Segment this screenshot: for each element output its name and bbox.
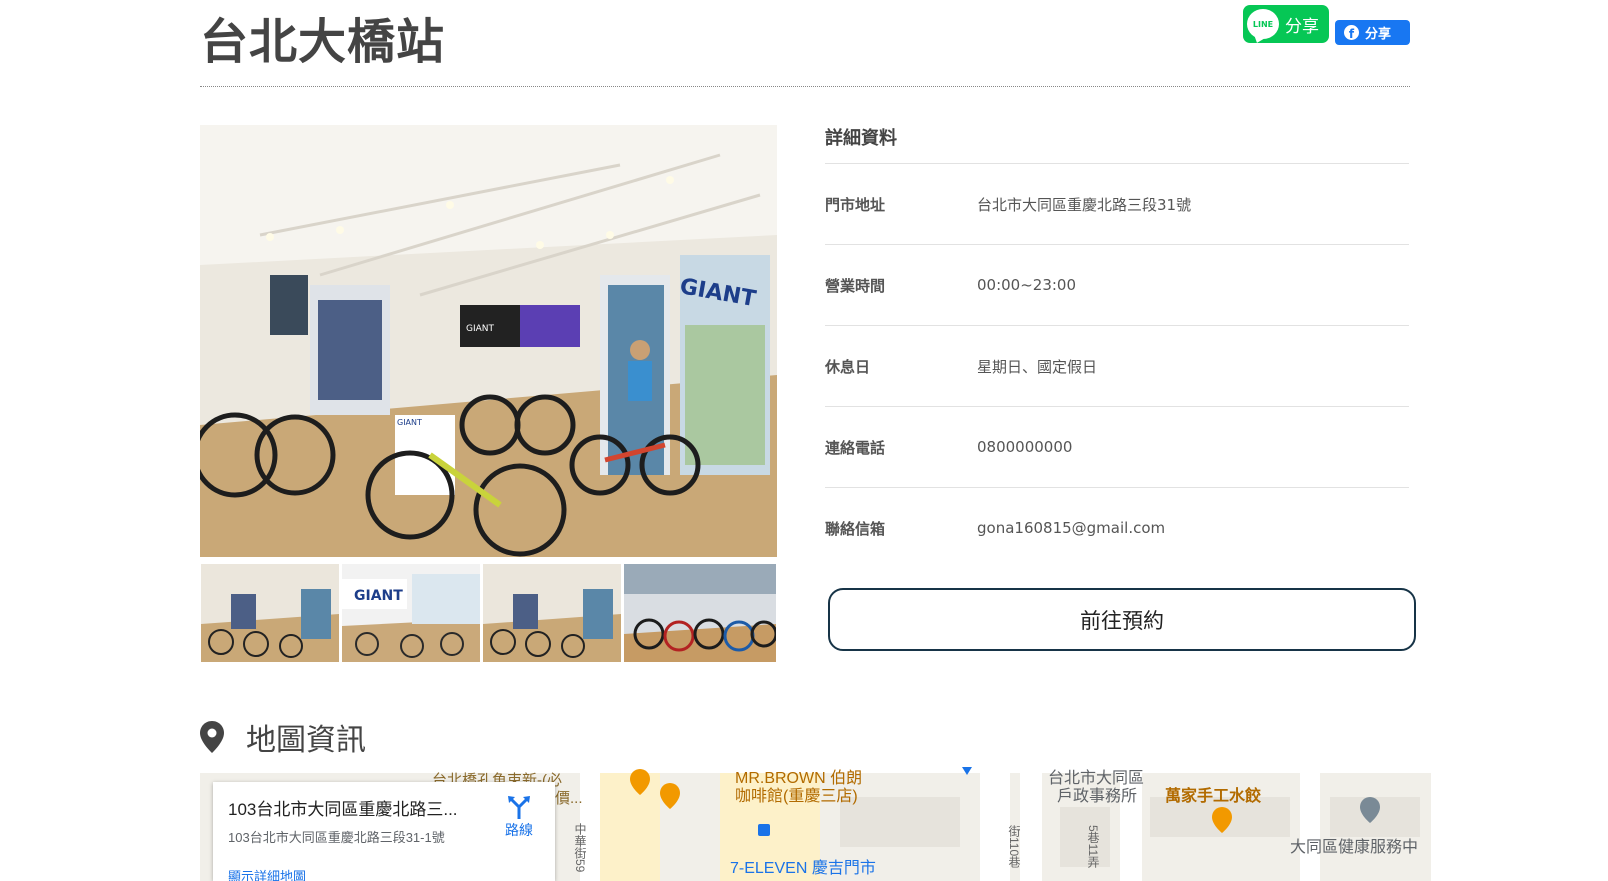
map-card-address: 103台北市大同區重慶北路三段31-1號 (228, 830, 445, 845)
detail-value: 00:00~23:00 (977, 276, 1077, 294)
thumbnail-illustration (483, 564, 621, 662)
directions-icon (508, 796, 530, 819)
route-button[interactable]: 路線 (495, 794, 543, 854)
detail-label: 聯絡信箱 (825, 519, 886, 538)
map-label: 5巷11弄 (1086, 825, 1100, 869)
map-label: 中華街59 (573, 823, 587, 873)
map-marker-icon (200, 721, 224, 753)
detail-value: 台北市大同區重慶北路三段31號 (977, 195, 1192, 214)
map-card-title: 103台北市大同區重慶北路三... (228, 800, 458, 819)
reserve-button[interactable]: 前往預約 (828, 588, 1416, 651)
map-detail-link[interactable]: 顯示詳細地圖 (228, 866, 306, 881)
main-store-photo: GIANT GIANT GIANT (200, 125, 777, 557)
thumbnail-photo-3[interactable] (483, 564, 621, 662)
detail-row-email: 聯絡信箱 gona160815@gmail.com (825, 487, 1409, 568)
facebook-share-label: 分享 (1365, 27, 1392, 42)
thumbnail-photo-1[interactable] (201, 564, 339, 662)
thumbnail-illustration (624, 564, 776, 662)
thumbnail-photo-4[interactable] (624, 564, 776, 662)
map-label: 戶政事務所 (1057, 788, 1138, 805)
store-interior-illustration: GIANT GIANT GIANT (200, 125, 777, 557)
line-icon: LINE (1247, 9, 1279, 39)
detail-row-address: 門市地址 台北市大同區重慶北路三段31號 (825, 163, 1409, 244)
facebook-share-button[interactable]: f 分享 (1335, 20, 1410, 45)
map-label: 大同區健康服務中 (1290, 839, 1419, 856)
map-label: 萬家手工水餃 (1165, 788, 1262, 805)
thumbnail-photo-2[interactable]: GIANT (342, 564, 480, 662)
detail-row-phone: 連絡電話 0800000000 (825, 406, 1409, 487)
detail-label: 門市地址 (825, 195, 886, 214)
line-share-button[interactable]: LINE 分享 (1243, 5, 1329, 43)
map-info-card: 103台北市大同區重慶北路三... 103台北市大同區重慶北路三段31-1號 顯… (213, 782, 555, 881)
map-label: 7-ELEVEN 慶吉門市 (730, 860, 876, 877)
map-section-title: 地圖資訊 (246, 723, 366, 758)
map-section-heading: 地圖資訊 (200, 715, 366, 759)
detail-row-hours: 營業時間 00:00~23:00 (825, 244, 1409, 325)
thumbnail-illustration (201, 564, 339, 662)
svg-text:GIANT: GIANT (397, 418, 422, 427)
title-divider (200, 86, 1410, 87)
route-label: 路線 (505, 822, 533, 838)
facebook-icon: f (1344, 25, 1359, 40)
detail-value: gona160815@gmail.com (977, 519, 1166, 537)
details-title: 詳細資料 (825, 128, 897, 149)
detail-label: 營業時間 (825, 276, 886, 295)
detail-row-closed-days: 休息日 星期日、國定假日 (825, 325, 1409, 406)
thumbnail-illustration: GIANT (342, 564, 480, 662)
detail-label: 連絡電話 (825, 438, 886, 457)
page-title: 台北大橋站 (200, 14, 446, 70)
map-label: 街110巷 (1007, 825, 1021, 869)
line-share-label: 分享 (1285, 16, 1319, 37)
svg-text:GIANT: GIANT (466, 324, 495, 334)
detail-value: 0800000000 (977, 438, 1073, 456)
detail-value: 星期日、國定假日 (977, 357, 1098, 376)
detail-label: 休息日 (825, 357, 871, 376)
map-label: 咖啡館(重慶三店) (735, 788, 858, 805)
svg-text:GIANT: GIANT (354, 588, 403, 604)
